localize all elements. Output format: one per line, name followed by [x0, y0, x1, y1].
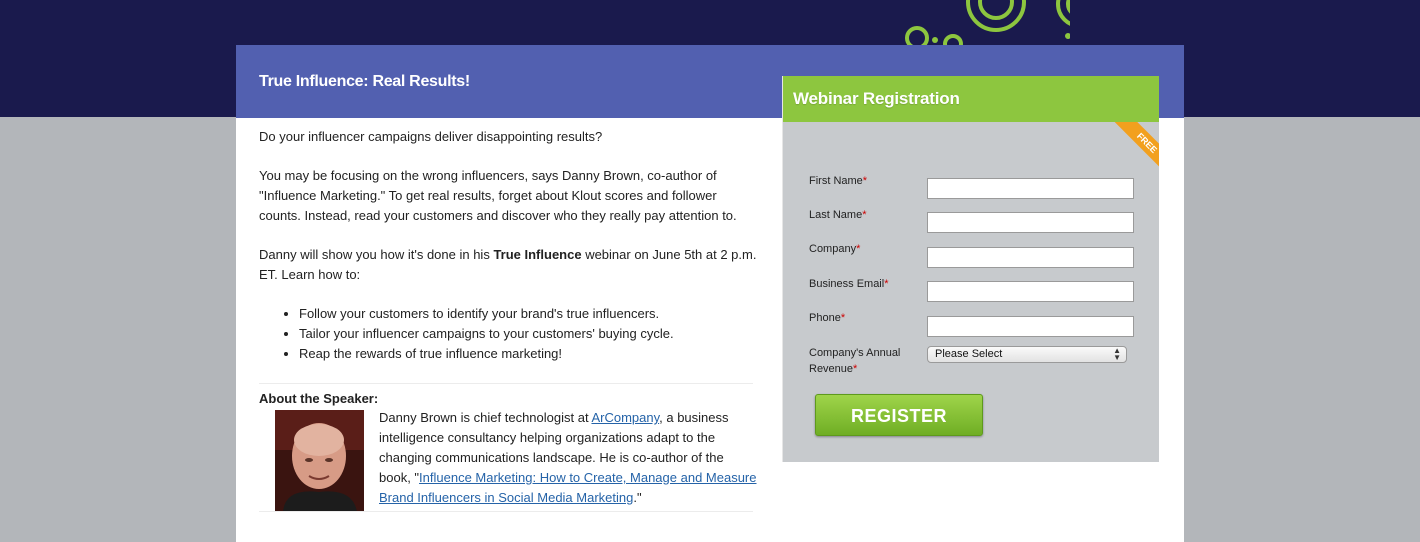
- webinar-name: True Influence: [493, 247, 582, 262]
- company-label: Company*: [809, 243, 861, 255]
- list-item: Reap the rewards of true influence marke…: [299, 344, 759, 364]
- intro-text: Do your influencer campaigns deliver dis…: [259, 129, 603, 144]
- description-paragraph: You may be focusing on the wrong influen…: [259, 168, 737, 223]
- bio-text: Danny Brown is chief technologist at: [379, 410, 592, 425]
- speaker-section: Danny Brown is chief technologist at ArC…: [259, 408, 759, 516]
- bio-text: .": [633, 490, 642, 505]
- company-field[interactable]: [927, 247, 1134, 268]
- first-name-label: First Name*: [809, 175, 868, 187]
- select-arrows-icon: ▲ ▼: [1113, 346, 1121, 362]
- list-item: Tailor your influencer campaigns to your…: [299, 324, 759, 344]
- form-header: Webinar Registration: [783, 76, 1159, 122]
- speaker-photo: [275, 410, 364, 512]
- divider: [259, 511, 753, 512]
- registration-form: Webinar Registration FREE First Name* La…: [782, 76, 1159, 462]
- phone-field[interactable]: [927, 316, 1134, 337]
- form-title: Webinar Registration: [793, 89, 960, 108]
- speaker-bio: Danny Brown is chief technologist at ArC…: [379, 408, 759, 508]
- revenue-select-value: Please Select: [935, 348, 1003, 360]
- webinar-paragraph: Danny will show you how it's done in his…: [259, 245, 759, 285]
- free-ribbon: FREE: [1113, 122, 1159, 168]
- last-name-label: Last Name*: [809, 209, 867, 221]
- webinar-text-pre: Danny will show you how it's done in his: [259, 247, 494, 262]
- revenue-label: Company's Annual Revenue*: [809, 347, 901, 375]
- learning-list: Follow your customers to identify your b…: [259, 304, 759, 364]
- business-email-field[interactable]: [927, 281, 1134, 302]
- phone-label: Phone*: [809, 312, 846, 324]
- divider: [259, 383, 753, 384]
- webinar-description: Do your influencer campaigns deliver dis…: [259, 127, 759, 516]
- about-speaker-heading: About the Speaker:: [259, 391, 379, 406]
- page-title: True Influence: Real Results!: [259, 73, 470, 90]
- book-link[interactable]: Influence Marketing: How to Create, Mana…: [379, 470, 757, 505]
- arcompany-link[interactable]: ArCompany: [591, 410, 659, 425]
- business-email-label: Business Email*: [809, 278, 889, 290]
- free-ribbon-label: FREE: [1113, 122, 1159, 168]
- register-button[interactable]: REGISTER: [815, 394, 983, 436]
- last-name-field[interactable]: [927, 212, 1134, 233]
- first-name-field[interactable]: [927, 178, 1134, 199]
- revenue-select[interactable]: Please Select ▲ ▼: [927, 346, 1127, 363]
- list-item: Follow your customers to identify your b…: [299, 304, 759, 324]
